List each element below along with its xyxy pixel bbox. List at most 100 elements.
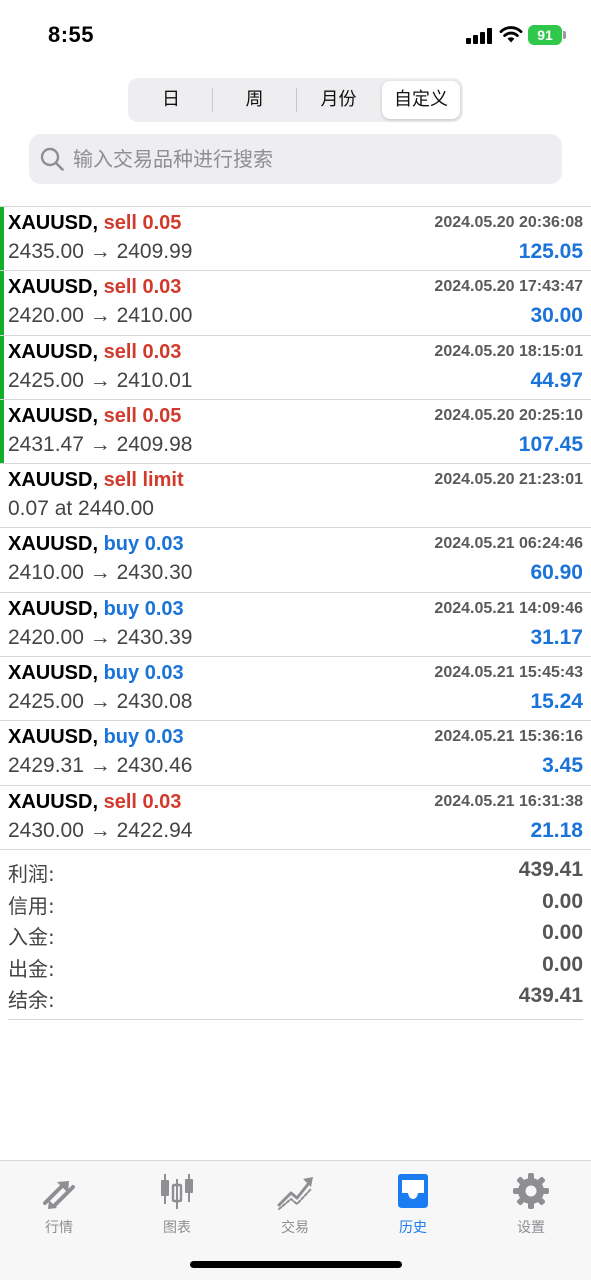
deal-row[interactable]: XAUUSD, sell limit 2024.05.20 21:23:01 0… xyxy=(0,463,591,527)
deal-side: buy 0.03 xyxy=(103,726,184,749)
home-indicator xyxy=(190,1261,402,1268)
summary-label: 信用: xyxy=(8,893,55,918)
deal-symbol: XAUUSD, xyxy=(8,340,99,363)
deal-profit: 60.90 xyxy=(530,561,583,585)
deal-time: 2024.05.21 14:09:46 xyxy=(434,599,583,617)
deal-row[interactable]: XAUUSD, buy 0.03 2024.05.21 15:45:43 242… xyxy=(0,656,591,720)
summary-label: 利润: xyxy=(8,862,55,886)
tab-trade[interactable]: 交易 xyxy=(236,1167,354,1237)
tab-settings[interactable]: 设置 xyxy=(472,1167,590,1237)
deal-time: 2024.05.21 15:36:16 xyxy=(434,728,583,746)
deal-prices: 2410.00 → 2430.30 xyxy=(8,561,193,585)
tab-label: 交易 xyxy=(281,1220,309,1236)
quotes-arrows-icon xyxy=(43,1181,75,1209)
deal-profit: 125.05 xyxy=(518,240,583,263)
status-time: 8:55 xyxy=(48,22,95,47)
deal-time: 2024.05.21 16:31:38 xyxy=(434,792,583,810)
summary-row-profit: 利润: 439.41 xyxy=(8,856,583,888)
deal-prices: 2420.00 → 2430.39 xyxy=(8,625,193,649)
deal-symbol: XAUUSD, xyxy=(8,212,99,234)
deal-profit: 44.97 xyxy=(530,368,583,392)
deal-side: sell 0.03 xyxy=(103,340,182,363)
signal-icon xyxy=(466,28,494,44)
deal-symbol: XAUUSD, xyxy=(8,597,99,620)
list-divider xyxy=(0,848,591,850)
deal-side: buy 0.03 xyxy=(103,597,184,620)
deal-time: 2024.05.20 21:23:01 xyxy=(434,471,583,489)
summary-divider xyxy=(8,1019,583,1020)
deal-time: 2024.05.20 17:43:47 xyxy=(434,278,583,296)
summary-row-credit: 信用: 0.00 xyxy=(8,888,583,920)
deal-side: sell 0.05 xyxy=(103,404,182,427)
deal-row[interactable]: XAUUSD, sell 0.03 2024.05.20 18:15:01 24… xyxy=(0,334,591,400)
tab-history[interactable]: 历史 xyxy=(354,1167,472,1237)
deal-time: 2024.05.20 20:36:08 xyxy=(434,214,583,231)
deal-symbol: XAUUSD, xyxy=(8,276,99,299)
deal-profit: 21.18 xyxy=(530,818,583,842)
tab-label: 行情 xyxy=(45,1220,73,1236)
account-summary: 利润: 439.41 信用: 0.00 入金: 0.00 出金: 0.00 结余… xyxy=(8,856,583,1014)
battery-icon: 91 xyxy=(528,25,562,45)
deal-profit: 30.00 xyxy=(530,304,583,328)
summary-value: 0.00 xyxy=(542,889,583,913)
battery-nub xyxy=(563,31,566,39)
deal-symbol: XAUUSD, xyxy=(8,469,99,492)
deal-time: 2024.05.21 15:45:43 xyxy=(434,664,583,682)
deal-row[interactable]: XAUUSD, sell 0.03 2024.05.21 16:31:38 24… xyxy=(0,784,591,849)
deal-prices: 2431.47 → 2409.98 xyxy=(8,432,193,456)
deal-row[interactable]: XAUUSD, sell 0.05 2024.05.20 20:25:10 24… xyxy=(0,398,591,464)
summary-label: 出金: xyxy=(8,956,55,981)
deal-profit: 15.24 xyxy=(530,690,583,714)
candlestick-chart-icon xyxy=(161,1174,193,1209)
tab-custom[interactable]: 自定义 xyxy=(382,81,460,119)
deal-row[interactable]: XAUUSD, sell 0.03 2024.05.20 17:43:47 24… xyxy=(0,270,591,335)
deal-time: 2024.05.20 20:25:10 xyxy=(434,406,583,424)
search-input[interactable] xyxy=(73,134,553,184)
tab-label: 历史 xyxy=(399,1220,427,1236)
summary-value: 0.00 xyxy=(542,921,583,944)
deal-time: 2024.05.20 18:15:01 xyxy=(434,342,583,360)
deal-symbol: XAUUSD, xyxy=(8,662,99,685)
search-bar[interactable] xyxy=(29,134,562,184)
deals-list: XAUUSD, sell 0.05 2024.05.20 20:36:08 24… xyxy=(0,206,591,850)
deal-profit: 107.45 xyxy=(518,432,583,456)
deal-prices: 2420.00 → 2410.00 xyxy=(8,304,193,328)
summary-value: 439.41 xyxy=(518,858,583,881)
summary-row-deposit: 入金: 0.00 xyxy=(8,919,583,951)
deal-prices: 0.07 at 2440.00 xyxy=(8,497,154,521)
summary-value: 439.41 xyxy=(518,984,583,1007)
deal-profit: 31.17 xyxy=(530,625,583,649)
deal-row[interactable]: XAUUSD, buy 0.03 2024.05.21 15:36:16 242… xyxy=(0,720,591,784)
deal-row[interactable]: XAUUSD, sell 0.05 2024.05.20 20:36:08 24… xyxy=(0,206,591,271)
tab-label: 设置 xyxy=(517,1220,545,1236)
summary-label: 入金: xyxy=(8,925,55,949)
deal-side: buy 0.03 xyxy=(103,533,184,556)
summary-row-withdrawal: 出金: 0.00 xyxy=(8,951,583,983)
deal-profit: 3.45 xyxy=(542,754,583,778)
settings-gear-icon xyxy=(513,1173,549,1209)
deal-row[interactable]: XAUUSD, buy 0.03 2024.05.21 14:09:46 242… xyxy=(0,591,591,656)
deal-symbol: XAUUSD, xyxy=(8,404,99,427)
tab-month[interactable]: 月份 xyxy=(297,81,380,119)
deal-side: sell 0.03 xyxy=(103,790,182,813)
deal-prices: 2430.00 → 2422.94 xyxy=(8,818,193,842)
deal-side: sell 0.03 xyxy=(103,276,182,299)
tab-week[interactable]: 周 xyxy=(213,81,296,119)
tab-day[interactable]: 日 xyxy=(131,81,211,119)
deal-side: sell limit xyxy=(103,469,184,492)
summary-row-balance: 结余: 439.41 xyxy=(8,982,583,1014)
deal-side: buy 0.03 xyxy=(103,662,184,685)
tab-label: 图表 xyxy=(163,1220,191,1236)
trade-trend-icon xyxy=(277,1177,313,1210)
summary-value: 0.00 xyxy=(542,952,583,976)
deal-prices: 2435.00 → 2409.99 xyxy=(8,240,193,263)
battery-level: 91 xyxy=(537,27,553,43)
tab-chart[interactable]: 图表 xyxy=(118,1167,236,1237)
summary-label: 结余: xyxy=(8,988,55,1012)
deal-prices: 2425.00 → 2430.08 xyxy=(8,690,193,714)
search-icon xyxy=(40,147,64,171)
deal-prices: 2429.31 → 2430.46 xyxy=(8,754,193,778)
tab-quotes[interactable]: 行情 xyxy=(0,1167,118,1237)
deal-prices: 2425.00 → 2410.01 xyxy=(8,368,193,392)
deal-row[interactable]: XAUUSD, buy 0.03 2024.05.21 06:24:46 241… xyxy=(0,527,591,591)
